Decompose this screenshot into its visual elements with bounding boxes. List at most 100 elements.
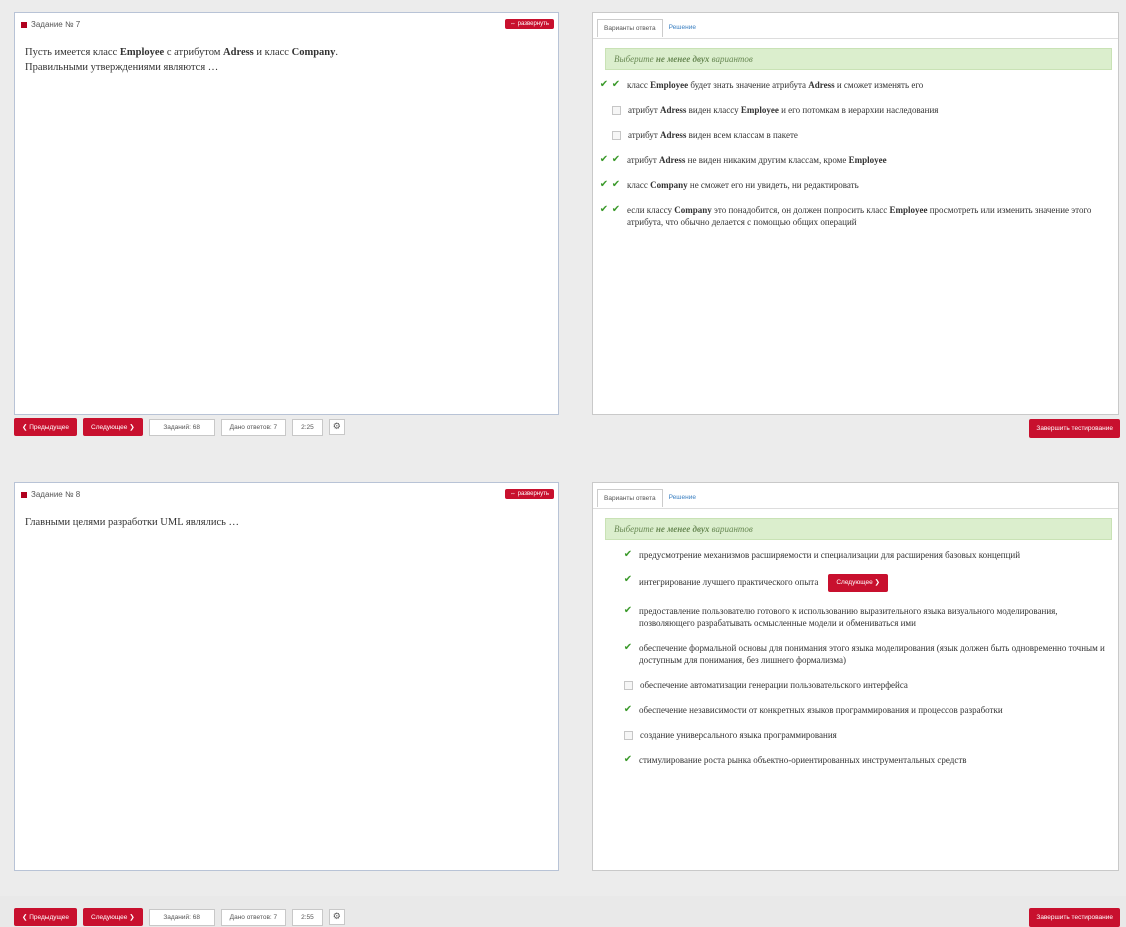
screenshot-task-8: Задание № 8 ⇔ развернуть Главными целями… xyxy=(0,448,1126,927)
question-text: Главными целями разработки UML являлись … xyxy=(25,515,545,530)
checked-checkbox-icon[interactable]: ✔ xyxy=(623,549,633,560)
answers-count: Дано ответов: 7 xyxy=(220,418,287,436)
option-marks: ✔✔ xyxy=(599,79,621,90)
next-button[interactable]: Следующее ❯ xyxy=(83,908,143,926)
option-text: атрибут Adress не виден никаким другим к… xyxy=(627,155,887,165)
option-text: атрибут Adress виден классу Employee и е… xyxy=(628,105,939,115)
spacer: ✔ xyxy=(599,679,609,690)
checked-checkbox-icon[interactable]: ✔ xyxy=(623,574,633,585)
answer-option[interactable]: ✔ ✔ если классу Company это понадобится, о… xyxy=(599,204,1110,228)
question-text: Пусть имеется класс Employee с атрибутом… xyxy=(25,45,545,75)
correct-check-icon: ✔ xyxy=(599,154,609,165)
spacer: ✔ xyxy=(611,574,621,585)
option-text: класс Company не сможет его ни увидеть, … xyxy=(627,180,859,190)
next-button[interactable]: Следующее ❯ xyxy=(83,418,143,436)
spacer: ✔ xyxy=(599,704,609,715)
tab-solution[interactable]: Решение xyxy=(662,489,702,507)
hint-suffix: вариантов xyxy=(709,54,753,64)
answer-option[interactable]: ✔ ✔ класс Company не сможет его ни увидеть… xyxy=(599,179,1110,191)
tab-answers[interactable]: Варианты ответа xyxy=(597,19,663,37)
tab-solution[interactable]: Решение xyxy=(662,19,702,37)
task-title-text: Задание № 8 xyxy=(31,490,81,499)
finish-test-button[interactable]: Завершить тестирование xyxy=(1029,908,1120,927)
answer-option[interactable]: ✔✔✔предоставление пользователю готового … xyxy=(599,605,1110,629)
answer-option[interactable]: ✔ ✔ атрибут Adress не виден никаким другим… xyxy=(599,154,1110,166)
hint-prefix: Выберите xyxy=(614,524,656,534)
checked-checkbox-icon[interactable]: ✔ xyxy=(611,79,621,90)
checked-checkbox-icon[interactable]: ✔ xyxy=(623,704,633,715)
spacer: ✔ xyxy=(611,605,621,616)
task-marker-icon xyxy=(21,21,27,28)
checked-checkbox-icon[interactable]: ✔ xyxy=(611,154,621,165)
tab-divider xyxy=(593,38,1118,39)
option-text: предоставление пользователю готового к и… xyxy=(639,606,1058,628)
checked-checkbox-icon[interactable]: ✔ xyxy=(623,605,633,616)
option-marks: ✔✔ xyxy=(599,679,634,690)
gear-icon[interactable]: ⚙ xyxy=(328,419,345,435)
tab-answers[interactable]: Варианты ответа xyxy=(597,489,663,507)
option-text: обеспечение независимости от конкретных … xyxy=(639,705,1003,715)
previous-button[interactable]: ❮ Предыдущее xyxy=(14,418,78,436)
correct-check-icon: ✔ xyxy=(599,104,609,115)
screenshot-task-7: Задание № 7 ⇔ развернуть Пусть имеется к… xyxy=(0,0,1126,448)
task-title: Задание № 7 xyxy=(21,20,80,29)
option-marks: ✔✔✔ xyxy=(599,574,633,585)
checkbox[interactable] xyxy=(624,731,633,740)
option-marks: ✔✔✔ xyxy=(599,704,633,715)
option-marks: ✔✔✔ xyxy=(599,549,633,560)
correct-check-icon: ✔ xyxy=(599,79,609,90)
option-text: предусмотрение механизмов расширяемости … xyxy=(639,550,1021,560)
option-text: обеспечение автоматизации генерации поль… xyxy=(640,680,908,690)
expand-button[interactable]: ⇔ развернуть xyxy=(504,19,554,29)
hint-suffix: вариантов xyxy=(709,524,753,534)
answer-option[interactable]: ✔✔✔интегрирование лучшего практического … xyxy=(599,574,1110,592)
tasks-count: Заданий: 68 xyxy=(148,908,215,926)
answers-panel: Варианты ответа Решение Выберите не мене… xyxy=(592,482,1119,871)
gear-icon[interactable]: ⚙ xyxy=(328,909,345,925)
option-marks: ✔✔✔ xyxy=(599,642,633,653)
spacer: ✔ xyxy=(599,729,609,740)
checked-checkbox-icon[interactable]: ✔ xyxy=(611,204,621,215)
answer-option[interactable]: ✔✔✔ обеспечение формальной основы для пон… xyxy=(599,642,1110,666)
answer-option[interactable]: ✔ атрибут Adress виден всем классам в пак… xyxy=(599,129,1110,141)
option-text: обеспечение формальной основы для понима… xyxy=(639,643,1105,665)
spacer: ✔ xyxy=(599,754,609,765)
answer-option[interactable]: ✔✔✔ предусмотрение механизмов расширяемос… xyxy=(599,549,1110,561)
previous-button[interactable]: ❮ Предыдущее xyxy=(14,908,78,926)
hint-bold: не менее двух xyxy=(655,524,710,534)
option-marks: ✔✔ xyxy=(599,154,621,165)
spacer: ✔ xyxy=(599,605,609,616)
answer-option[interactable]: ✔ атрибут Adress виден классу Employee и … xyxy=(599,104,1110,116)
answer-option[interactable]: ✔✔ обеспечение автоматизации генерации по… xyxy=(599,679,1110,691)
answer-option[interactable]: ✔✔ создание универсального языка программ… xyxy=(599,729,1110,741)
spacer: ✔ xyxy=(611,642,621,653)
answer-option[interactable]: ✔✔✔обеспечение независимости от конкретн… xyxy=(599,704,1110,716)
option-marks: ✔ xyxy=(599,104,622,115)
question-line: Пусть имеется класс Employee с атрибутом… xyxy=(25,47,338,58)
inline-next-button[interactable]: Следующее ❯ xyxy=(828,574,888,592)
finish-test-button[interactable]: Завершить тестирование xyxy=(1029,419,1120,438)
question-panel: Задание № 8 ⇔ развернуть Главными целями… xyxy=(14,482,559,871)
timer: 2:55 xyxy=(292,908,323,926)
correct-check-icon: ✔ xyxy=(599,204,609,215)
checkbox[interactable] xyxy=(612,106,621,115)
checked-checkbox-icon[interactable]: ✔ xyxy=(623,642,633,653)
hint-banner: Выберите не менее двух вариантов xyxy=(605,48,1112,70)
correct-check-icon: ✔ xyxy=(599,129,609,140)
question-line: Главными целями разработки UML являлись … xyxy=(25,517,240,528)
checkbox[interactable] xyxy=(624,681,633,690)
option-text: если классу Company это понадобится, он … xyxy=(627,205,1092,227)
checked-checkbox-icon[interactable]: ✔ xyxy=(611,179,621,190)
answer-option[interactable]: ✔ ✔ класс Employee будет знать значение ат… xyxy=(599,79,1110,91)
option-marks: ✔✔ xyxy=(599,729,634,740)
checked-checkbox-icon[interactable]: ✔ xyxy=(623,754,633,765)
expand-button[interactable]: ⇔ развернуть xyxy=(504,489,554,499)
hint-bold: не менее двух xyxy=(655,54,710,64)
answers-count: Дано ответов: 7 xyxy=(220,908,287,926)
checkbox[interactable] xyxy=(612,131,621,140)
correct-check-icon: ✔ xyxy=(599,179,609,190)
spacer: ✔ xyxy=(599,574,609,585)
hint-prefix: Выберите xyxy=(614,54,656,64)
option-text: класс Employee будет знать значение атри… xyxy=(627,80,924,90)
answer-option[interactable]: ✔✔✔стимулирование роста рынка объектно-о… xyxy=(599,754,1110,766)
